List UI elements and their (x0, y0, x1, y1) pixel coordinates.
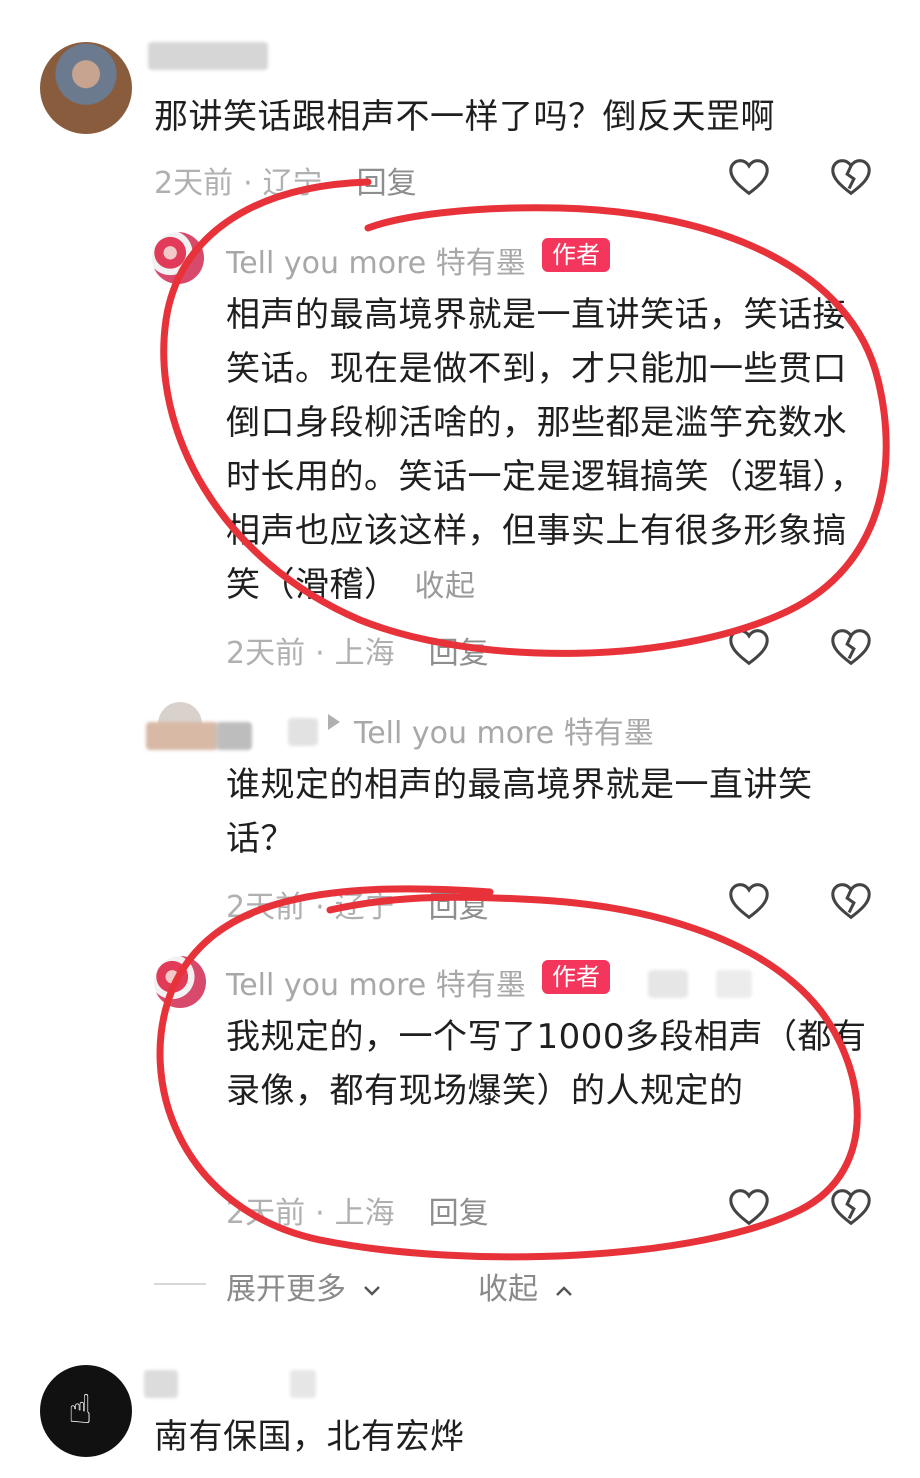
reply-text: 我规定的，一个写了1000多段相声（都有录像，都有现场爆笑）的人规定的 (226, 1017, 867, 1111)
collapse-link[interactable]: 收起 (415, 569, 476, 604)
like-icon[interactable] (726, 154, 772, 200)
reply-meta: 2天前 · 上海 回复 (226, 1196, 489, 1231)
author-avatar[interactable] (154, 956, 206, 1008)
reply-text: 谁规定的相声的最高境界就是一直讲笑话？ (226, 765, 813, 859)
dislike-icon[interactable] (828, 1184, 874, 1230)
avatar[interactable] (40, 42, 132, 134)
reply-location: 上海 (334, 636, 395, 671)
reply-button[interactable]: 回复 (429, 890, 489, 925)
reply-time: 2天前 (226, 1196, 306, 1231)
username-redacted (716, 970, 752, 998)
username-redacted (290, 1370, 316, 1398)
reply-button[interactable]: 回复 (429, 1196, 489, 1231)
comment-meta: 2天前 · 辽宁 回复 (154, 166, 417, 201)
username-redacted (148, 42, 268, 70)
reply-meta: 2天前 · 辽宁 回复 (226, 890, 489, 925)
like-icon[interactable] (726, 624, 772, 670)
username-redacted (146, 722, 218, 750)
reply-location: 上海 (334, 1196, 395, 1231)
username-redacted (144, 1370, 178, 1398)
chevron-up-icon (555, 1285, 572, 1296)
reply-arrow-icon (328, 714, 340, 730)
collapse-button[interactable]: 收起 (478, 1264, 576, 1308)
reply-target-username[interactable]: Tell you more 特有墨 (354, 708, 654, 752)
chevron-down-icon (363, 1285, 380, 1296)
author-avatar[interactable] (152, 232, 204, 284)
username-redacted (216, 722, 252, 750)
comment-text: 那讲笑话跟相声不一样了吗？倒反天罡啊 (154, 97, 775, 137)
like-icon[interactable] (726, 1184, 772, 1230)
username-redacted (288, 718, 318, 746)
thread-divider (154, 1283, 206, 1285)
avatar[interactable] (40, 1365, 132, 1457)
author-username[interactable]: Tell you more 特有墨 (226, 960, 526, 1004)
dislike-icon[interactable] (828, 624, 874, 670)
like-icon[interactable] (726, 878, 772, 924)
comment-text: 南有保国，北有宏烨 (154, 1417, 465, 1457)
reply-text-content: 相声的最高境界就是一直讲笑话，笑话接笑话。现在是做不到，才只能加一些贯口倒口身段… (226, 295, 865, 605)
expand-more-button[interactable]: 展开更多 (226, 1264, 384, 1308)
reply-time: 2天前 (226, 636, 306, 671)
comment-time: 2天前 (154, 166, 234, 201)
reply-button[interactable]: 回复 (357, 166, 417, 201)
reply-button[interactable]: 回复 (429, 636, 489, 671)
reply-meta: 2天前 · 上海 回复 (226, 636, 489, 671)
collapse-label: 收起 (478, 1272, 538, 1307)
expand-more-label: 展开更多 (226, 1272, 346, 1307)
comment-location: 辽宁 (262, 166, 323, 201)
dislike-icon[interactable] (828, 154, 874, 200)
dislike-icon[interactable] (828, 878, 874, 924)
reply-time: 2天前 (226, 890, 306, 925)
reply-text: 相声的最高境界就是一直讲笑话，笑话接笑话。现在是做不到，才只能加一些贯口倒口身段… (226, 288, 876, 614)
author-badge: 作者 (542, 238, 610, 272)
author-username[interactable]: Tell you more 特有墨 (226, 238, 526, 282)
author-badge: 作者 (542, 960, 610, 994)
username-redacted (648, 970, 688, 998)
reply-location: 辽宁 (334, 890, 395, 925)
